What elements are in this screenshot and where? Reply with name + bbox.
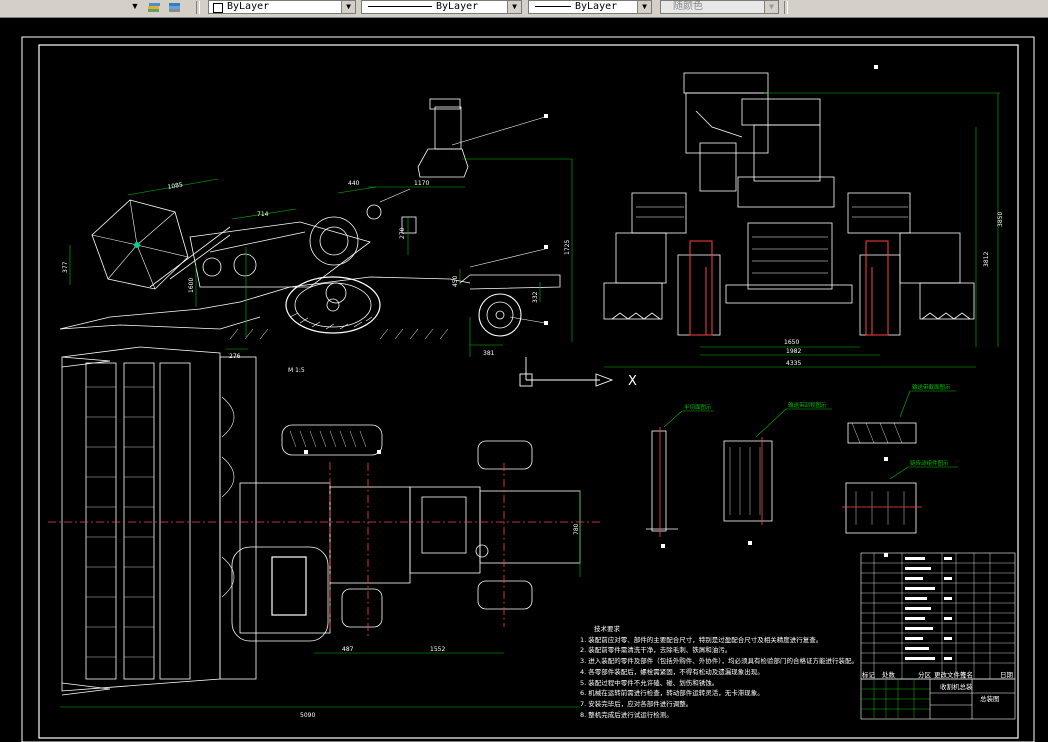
plotstyle-control: 随颜色 ▼ bbox=[660, 0, 779, 14]
lineweight-control-value: ByLayer bbox=[575, 1, 618, 12]
top-view bbox=[61, 346, 581, 696]
title-block-text: 标记 处数 分区 更改文件号 签名 日期 收割机总装 总装图 bbox=[862, 670, 1014, 703]
title-col-5: 签名 bbox=[960, 670, 973, 679]
dim-276: 276 bbox=[229, 353, 241, 360]
properties-toolbar: ▼ ByLayer ▼ ByLayer ▼ ByLayer ▼ 随颜色 ▼ bbox=[0, 0, 1048, 18]
front-view-dimensions bbox=[604, 92, 1000, 368]
part-balloons bbox=[304, 65, 888, 557]
detail-label-1: 半切面图示 bbox=[684, 403, 712, 411]
chevron-down-icon[interactable]: ▼ bbox=[341, 1, 355, 13]
detail-label-3: 输送带截面图示 bbox=[912, 383, 951, 391]
dim-5090: 5090 bbox=[300, 712, 315, 719]
title-col-2: 处数 bbox=[882, 670, 896, 679]
dim-1725: 1725 bbox=[564, 240, 571, 255]
parts-list-entries bbox=[905, 557, 952, 660]
dim-270: 270 bbox=[399, 227, 406, 239]
layer-states-icon[interactable] bbox=[146, 0, 162, 14]
dim-780: 780 bbox=[573, 523, 580, 535]
chevron-down-icon[interactable]: ▼ bbox=[507, 1, 521, 13]
technical-requirements: 技术要求 1. 装配前应对零、部件的主要配合尺寸，特别是过盈配合尺寸及相关精度进… bbox=[580, 624, 870, 720]
plotstyle-control-value: 随颜色 bbox=[673, 1, 703, 12]
outer-frame bbox=[21, 36, 1035, 742]
drawing-sub-label: 总装图 bbox=[980, 694, 1000, 703]
front-view bbox=[603, 72, 975, 336]
parts-list bbox=[860, 552, 1016, 680]
dim-1982: 1982 bbox=[786, 348, 801, 355]
toolbar-separator bbox=[196, 1, 200, 14]
tech-note-item: 2. 装配前零件需清洗干净，去除毛刺、铁屑和油污。 bbox=[580, 646, 732, 655]
linetype-preview-icon bbox=[368, 5, 432, 7]
dim-332: 332 bbox=[532, 291, 539, 303]
tech-notes-title: 技术要求 bbox=[594, 625, 620, 633]
tech-note-item: 8. 整机完成后进行试运行检测。 bbox=[580, 710, 673, 719]
rear-wheel bbox=[478, 293, 522, 337]
inner-frame bbox=[38, 44, 1019, 739]
color-control-value: ByLayer bbox=[227, 1, 270, 12]
dim-1552: 1552 bbox=[430, 646, 445, 653]
dim-440: 440 bbox=[348, 180, 360, 187]
toolbar-separator bbox=[784, 1, 788, 14]
dim-1085: 1085 bbox=[167, 181, 183, 191]
layer-previous-icon[interactable] bbox=[166, 0, 182, 14]
threshing-drum bbox=[309, 216, 359, 266]
title-col-6: 日期 bbox=[1000, 671, 1014, 679]
dim-714: 714 bbox=[257, 211, 269, 218]
dim-487: 487 bbox=[342, 646, 354, 653]
top-view-track-left bbox=[281, 424, 383, 456]
chevron-down-icon[interactable]: ▼ bbox=[637, 1, 651, 13]
dim-1650: 1650 bbox=[784, 339, 799, 346]
drawing-canvas[interactable]: 1085 714 440 1170 270 1725 377 1600 450 … bbox=[0, 17, 1048, 742]
lineweight-preview-icon bbox=[535, 5, 571, 7]
layer-dropdown-arrow[interactable]: ▼ bbox=[128, 0, 142, 13]
detail-label-4: 链传动组件图示 bbox=[910, 459, 949, 467]
dim-1170: 1170 bbox=[414, 180, 429, 187]
dim-3850: 3850 bbox=[997, 212, 1004, 227]
detail-views bbox=[646, 422, 917, 534]
drawing-name: 收割机总装 bbox=[940, 682, 973, 691]
linetype-control-value: ByLayer bbox=[436, 1, 479, 12]
side-view-label: M 1:5 bbox=[288, 367, 305, 374]
top-view-dimensions bbox=[60, 491, 581, 708]
tech-note-item: 7. 安装完毕后，应对各部件进行调整。 bbox=[580, 699, 693, 708]
lineweight-control[interactable]: ByLayer ▼ bbox=[528, 0, 652, 14]
dim-3812: 3812 bbox=[983, 252, 990, 267]
linetype-control[interactable]: ByLayer ▼ bbox=[361, 0, 522, 14]
dim-4335: 4335 bbox=[786, 360, 801, 367]
ucs-icon bbox=[519, 357, 614, 387]
tech-note-item: 4. 各零部件装配后，螺栓需紧固，不得有松动及遗漏现象出现。 bbox=[580, 667, 764, 676]
top-view-centerlines bbox=[48, 462, 600, 637]
detail-red-marks bbox=[659, 427, 922, 537]
color-swatch-icon bbox=[213, 3, 223, 13]
tech-note-item: 1. 装配前应对零、部件的主要配合尺寸，特别是过盈配合尺寸及相关精度进行复查。 bbox=[580, 635, 823, 644]
dim-377: 377 bbox=[62, 261, 69, 273]
side-view bbox=[59, 98, 561, 340]
detail-label-2: 输送带剖视图示 bbox=[788, 401, 827, 409]
cad-drawing[interactable]: 1085 714 440 1170 270 1725 377 1600 450 … bbox=[0, 17, 1048, 742]
chevron-down-icon: ▼ bbox=[764, 1, 778, 13]
title-col-3: 分区 bbox=[918, 670, 932, 679]
tech-note-item: 6. 机械在运转前需进行检查，转动部件运转灵活，无卡滞现象。 bbox=[580, 689, 764, 698]
dim-450: 450 bbox=[452, 275, 459, 287]
tech-note-item: 3. 进入装配的零件及部件（包括外购件、外协件），均必须具有检验部门的合格证方能… bbox=[580, 657, 859, 666]
ucs-x-label: X bbox=[628, 374, 637, 389]
dim-1600: 1600 bbox=[188, 278, 195, 293]
dim-381: 381 bbox=[483, 350, 495, 357]
color-control[interactable]: ByLayer ▼ bbox=[208, 0, 356, 14]
tech-note-item: 5. 装配过程中零件不允许磕、碰、划伤和锈蚀。 bbox=[580, 678, 719, 687]
